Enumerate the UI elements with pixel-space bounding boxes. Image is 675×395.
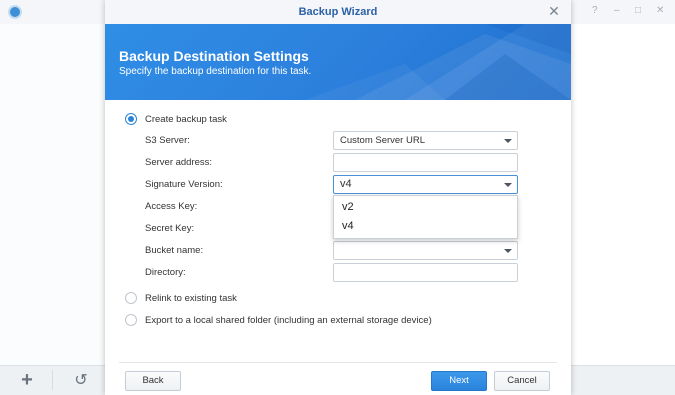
directory-label: Directory:	[145, 267, 186, 278]
relink-label: Relink to existing task	[145, 292, 237, 304]
minimize-icon[interactable]: –	[614, 5, 620, 16]
secret-key-label: Secret Key:	[145, 223, 195, 234]
export-option[interactable]: Export to a local shared folder (includi…	[125, 314, 432, 326]
export-radio[interactable]	[125, 314, 137, 326]
back-button[interactable]: Back	[125, 371, 181, 391]
task-list-panel	[0, 24, 105, 365]
close-window-icon[interactable]: ✕	[656, 5, 664, 16]
help-icon[interactable]: ?	[592, 5, 598, 16]
signature-version-value: v4	[340, 178, 352, 190]
plus-icon: +	[21, 368, 33, 391]
backup-wizard-dialog: Backup Wizard ✕ Backup Destination Setti…	[105, 0, 571, 395]
bucket-name-select[interactable]	[333, 241, 518, 260]
footer-divider	[119, 362, 557, 363]
s3-server-label: S3 Server:	[145, 135, 190, 146]
signature-version-dropdown: v2 v4	[333, 195, 518, 239]
relink-option[interactable]: Relink to existing task	[125, 292, 237, 304]
signature-version-label: Signature Version:	[145, 179, 223, 190]
signature-version-select[interactable]: v4	[333, 175, 518, 194]
create-backup-radio[interactable]	[125, 113, 137, 125]
dropdown-option-v4[interactable]: v4	[334, 217, 517, 236]
s3-server-select[interactable]: Custom Server URL	[333, 131, 518, 150]
close-icon[interactable]: ✕	[547, 4, 561, 18]
directory-input[interactable]	[333, 263, 518, 282]
dropdown-option-v2[interactable]: v2	[334, 198, 517, 217]
maximize-icon[interactable]: □	[635, 5, 641, 16]
banner-subtitle: Specify the backup destination for this …	[119, 66, 312, 77]
toolbar-divider	[52, 370, 53, 390]
history-icon: ↺	[74, 372, 88, 389]
chevron-down-icon	[504, 139, 512, 143]
cancel-button[interactable]: Cancel	[494, 371, 550, 391]
chevron-down-icon	[504, 249, 512, 253]
chevron-down-icon	[504, 183, 512, 187]
dialog-title: Backup Wizard	[105, 0, 571, 24]
server-address-label: Server address:	[145, 157, 213, 168]
restore-button[interactable]: ↺	[56, 367, 106, 393]
create-backup-label: Create backup task	[145, 113, 227, 125]
s3-server-value: Custom Server URL	[340, 135, 425, 146]
banner-title: Backup Destination Settings	[119, 48, 309, 64]
access-key-label: Access Key:	[145, 201, 198, 212]
add-task-button[interactable]: +	[2, 367, 52, 393]
next-button[interactable]: Next	[431, 371, 487, 391]
relink-radio[interactable]	[125, 292, 137, 304]
header-banner: Backup Destination Settings Specify the …	[105, 24, 571, 100]
create-backup-option[interactable]: Create backup task	[125, 113, 227, 125]
server-address-input[interactable]	[333, 153, 518, 172]
export-label: Export to a local shared folder (includi…	[145, 314, 432, 326]
app-logo-icon	[8, 5, 22, 19]
bucket-name-label: Bucket name:	[145, 245, 204, 256]
